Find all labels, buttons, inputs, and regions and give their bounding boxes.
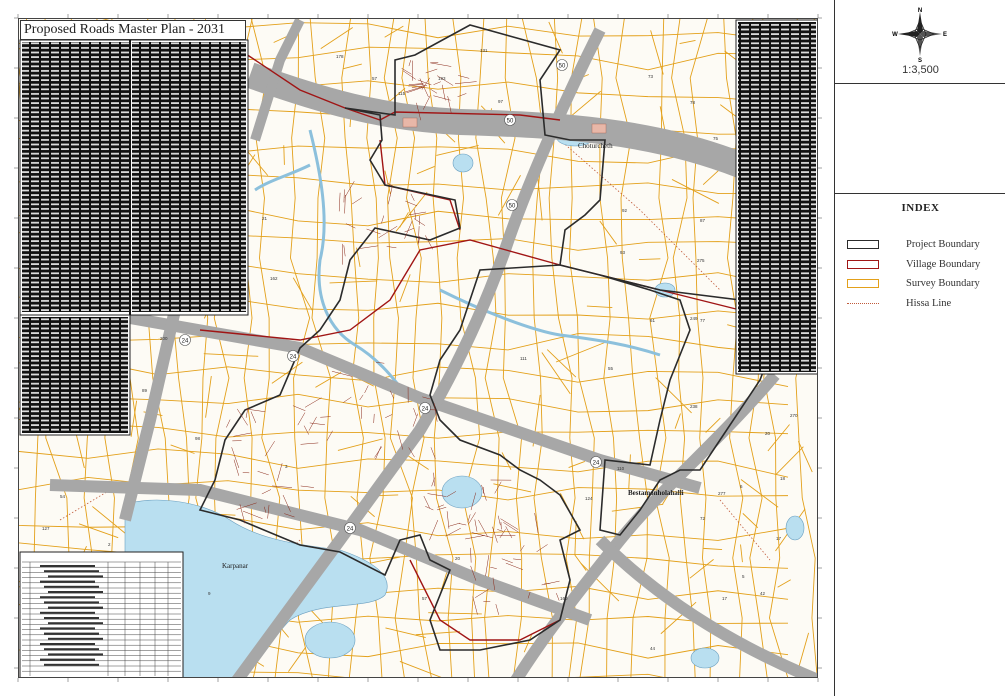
parcel-number: 20 — [455, 556, 461, 561]
road-number-marker: 50 — [504, 114, 516, 126]
legend-item-hissa-line: Hissa Line — [847, 294, 980, 314]
pond — [452, 153, 474, 173]
road-number-marker: 50 — [556, 59, 568, 71]
parcel-number: 57 — [372, 76, 378, 81]
road-number: 24 — [593, 460, 600, 466]
svg-text:E: E — [943, 32, 947, 38]
road-number-marker: 24 — [179, 334, 191, 346]
pond — [785, 515, 805, 541]
parcel-number: 20 — [765, 431, 771, 436]
parcel-number: 275 — [697, 258, 705, 263]
legend: Project Boundary Village Boundary Survey… — [847, 235, 980, 313]
road-number-marker: 50 — [506, 199, 518, 211]
legend-item-project-boundary: Project Boundary — [847, 235, 980, 255]
parcel-number: 44 — [650, 646, 656, 651]
parcel-number: 127 — [42, 526, 50, 531]
parcel-number: 238 — [690, 404, 698, 409]
parcel-number: 193 — [438, 76, 446, 81]
parcel-number: 72 — [700, 516, 706, 521]
parcel-number: 78 — [690, 100, 696, 105]
road-number: 24 — [347, 526, 354, 532]
legend-item-survey-boundary: Survey Boundary — [847, 274, 980, 294]
legend-label: Hissa Line — [906, 297, 952, 309]
parcel-number: 87 — [700, 218, 706, 223]
parcel-number: 55 — [608, 366, 614, 371]
map-title: Proposed Roads Master Plan - 2031 — [20, 20, 246, 40]
parcel-number: 270 — [790, 413, 798, 418]
place-label: Bestamonholahalli — [628, 489, 684, 497]
parcel-number: 131 — [480, 48, 488, 53]
parcel-number: 61 — [650, 318, 656, 323]
parcel-number: 18 — [780, 476, 786, 481]
parcel-number: 110 — [617, 466, 625, 471]
legend-item-village-boundary: Village Boundary — [847, 255, 980, 275]
legend-label: Survey Boundary — [906, 278, 980, 290]
parcel-number: 160 — [560, 596, 568, 601]
legend-label: Village Boundary — [906, 258, 981, 270]
road-number-marker: 24 — [590, 456, 602, 468]
svg-text:S: S — [918, 58, 922, 62]
compass-rose-icon: N S E W — [892, 8, 947, 62]
village-boundary-swatch — [847, 259, 879, 269]
pond — [690, 647, 720, 669]
parcel-number: 17 — [722, 596, 728, 601]
parcel-number: 73 — [648, 74, 654, 79]
road-number-marker: 24 — [287, 350, 299, 362]
parcel-number: 57 — [422, 596, 428, 601]
parcel-number: 124 — [585, 496, 593, 501]
index-title: INDEX — [901, 202, 940, 214]
parcel-number: 200 — [160, 336, 168, 341]
road-number-marker: 24 — [344, 522, 356, 534]
divider — [835, 83, 1005, 84]
road-number: 50 — [509, 203, 516, 209]
parcel-number: 42 — [760, 591, 766, 596]
parcel-number: 17 — [776, 536, 782, 541]
parcel-number: 178 — [336, 54, 344, 59]
parcel-number: 162 — [270, 276, 278, 281]
road-number: 50 — [507, 118, 514, 124]
road-number: 24 — [422, 406, 429, 412]
place-label: Choturcheth — [578, 142, 613, 150]
road-number-marker: 24 — [419, 402, 431, 414]
parcel-number: 277 — [718, 491, 726, 496]
place-label: Karpanar — [222, 562, 249, 570]
parcel-number: 111 — [520, 356, 527, 361]
parcel-number: 97 — [498, 99, 504, 104]
divider — [835, 193, 1005, 194]
parcel-number: 75 — [713, 136, 719, 141]
schedule-table-left — [19, 39, 249, 316]
parcel-number: 92 — [622, 208, 628, 213]
road-number: 24 — [290, 354, 297, 360]
road-number: 24 — [182, 338, 189, 344]
hissa-line-swatch — [847, 302, 879, 304]
road-number: 50 — [559, 63, 566, 69]
legend-panel: N S E W 1:3,500 INDEX Project Boundary V… — [834, 0, 1005, 696]
project-boundary-swatch — [847, 240, 879, 250]
parcel-number: 89 — [142, 388, 148, 393]
svg-text:N: N — [918, 8, 922, 14]
parcel-number: 77 — [700, 318, 706, 323]
schedule-table-bottom — [19, 551, 184, 678]
parcel-number: 98 — [195, 436, 201, 441]
legend-label: Project Boundary — [906, 239, 980, 251]
pond — [304, 621, 356, 659]
pond — [441, 475, 483, 509]
svg-text:W: W — [892, 32, 898, 38]
schedule-table-right — [735, 19, 818, 375]
parcel-number: 115 — [398, 91, 406, 96]
parcel-number: 249 — [690, 316, 698, 321]
schedule-table-left-lower — [19, 314, 131, 436]
parcel-number: 93 — [620, 250, 626, 255]
survey-boundary-swatch — [847, 279, 879, 289]
parcel-number: 21 — [262, 216, 268, 221]
parcel-number: 54 — [60, 494, 66, 499]
map-scale: 1:3,500 — [902, 64, 939, 76]
